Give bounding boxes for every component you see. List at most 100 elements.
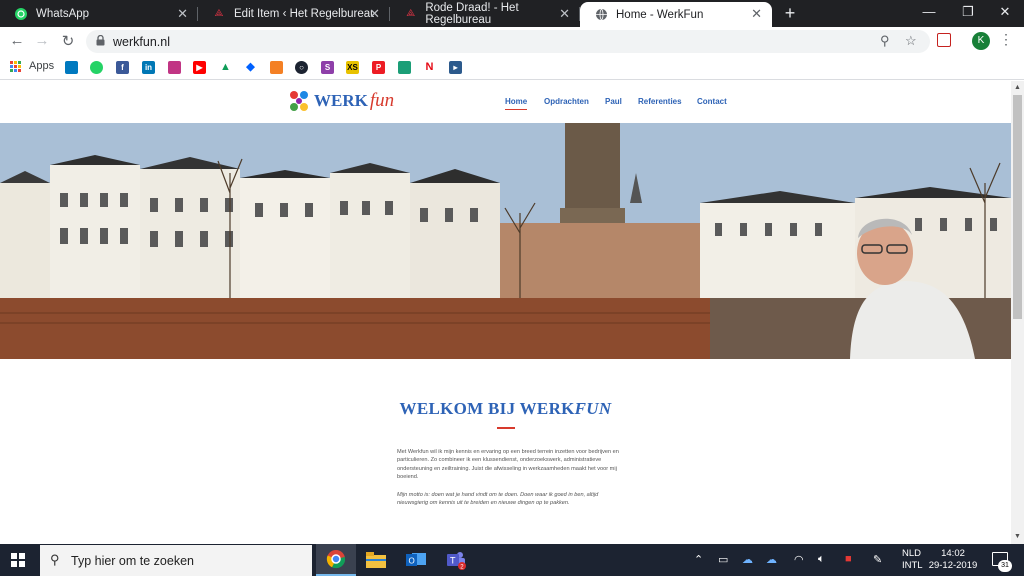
onedrive-icon[interactable]: ☁ (742, 553, 753, 566)
facebook-icon[interactable]: f (116, 61, 129, 74)
apps-grid-icon (10, 60, 21, 72)
close-icon[interactable]: ✕ (559, 6, 570, 22)
system-clock[interactable]: 14:02 29-12-2019 (928, 548, 978, 572)
xs-app-icon[interactable]: XS (346, 61, 359, 74)
back-arrow-icon[interactable]: ← (8, 32, 26, 49)
welcome-divider (497, 427, 515, 429)
wifi-icon[interactable]: ◠ (794, 553, 804, 566)
volume-icon[interactable]: 🔈︎ (818, 553, 825, 566)
file-explorer-icon[interactable] (356, 544, 396, 576)
svg-text:T: T (450, 556, 456, 566)
taskbar-search-placeholder: Typ hier om te zoeken (71, 554, 194, 568)
lock-icon (96, 35, 105, 46)
windows-start-icon[interactable] (11, 553, 25, 567)
restore-icon[interactable]: ❐ (957, 4, 979, 20)
apps-bookmark[interactable]: Apps (10, 60, 54, 72)
close-icon[interactable]: ✕ (177, 6, 188, 22)
pen-icon[interactable]: ✎ (873, 553, 882, 566)
tab-title: Home - WerkFun (616, 8, 704, 21)
bookmarks-bar: Apps f in ▶ ▲ ◆ ○ S XS P N ▸ (0, 56, 1024, 80)
green-app-icon[interactable] (398, 61, 411, 74)
dropbox-icon[interactable]: ◆ (244, 61, 257, 74)
netflix-icon[interactable]: N (423, 61, 436, 74)
app-tray-icon[interactable]: ■ (845, 553, 852, 565)
extension-icon[interactable] (937, 33, 951, 47)
whatsapp-icon[interactable] (90, 61, 103, 74)
close-icon[interactable]: ✕ (751, 6, 762, 22)
logo-fun-text: fun (369, 90, 395, 111)
s-app-icon[interactable]: S (321, 61, 334, 74)
tab-whatsapp[interactable]: WhatsApp ✕ (0, 0, 198, 27)
arrow-app-icon[interactable]: ▸ (449, 61, 462, 74)
nav-referenties[interactable]: Referenties (638, 97, 682, 106)
hero-image (0, 123, 1011, 359)
taskbar-search[interactable]: ⚲ Typ hier om te zoeken (40, 545, 312, 576)
input-language[interactable]: NLD INTL (902, 548, 923, 572)
globe-icon (594, 8, 608, 22)
browser-toolbar: ← → ↻ werkfun.nl ⚲ ☆ K ⋮ (0, 27, 1024, 56)
trello-icon[interactable] (65, 61, 78, 74)
google-drive-icon[interactable]: ▲ (219, 61, 232, 74)
address-bar[interactable]: werkfun.nl ⚲ ☆ (86, 30, 930, 53)
linkedin-icon[interactable]: in (142, 61, 155, 74)
chrome-taskbar-icon[interactable] (316, 544, 356, 576)
clock-date: 29-12-2019 (928, 560, 978, 571)
hero-cityscape (0, 123, 1011, 359)
web-page: WERK fun Home Opdrachten Paul Referentie… (0, 81, 1011, 544)
minimize-icon[interactable]: — (918, 4, 940, 19)
circle-o-icon[interactable]: ○ (295, 61, 308, 74)
apps-label: Apps (29, 60, 55, 72)
scroll-thumb[interactable] (1013, 95, 1022, 319)
p-app-icon[interactable]: P (372, 61, 385, 74)
logo-werk-text: WERK (314, 91, 368, 110)
more-menu-icon[interactable]: ⋮ (999, 31, 1013, 48)
wordpress-icon: ⟁ (406, 8, 416, 19)
language-code: NLD (902, 548, 922, 559)
werkfun-logo[interactable]: WERK fun (286, 88, 394, 114)
keyboard-layout: INTL (902, 560, 923, 571)
outlook-icon[interactable]: O (396, 544, 436, 576)
clock-time: 14:02 (941, 548, 965, 559)
werkfun-logo-mark (290, 91, 308, 111)
forward-arrow-icon[interactable]: → (33, 32, 51, 49)
welcome-title-prefix: WELKOM BIJ WERK (399, 399, 575, 418)
onedrive-business-icon[interactable]: ☁ (766, 553, 777, 566)
tab-title: Rode Draad! - Het Regelbureau (425, 1, 519, 26)
teams-icon[interactable]: T2 (436, 544, 476, 576)
url-text: werkfun.nl (113, 35, 170, 49)
new-tab-plus-icon[interactable]: + (780, 3, 800, 24)
profile-avatar[interactable]: K (972, 32, 990, 50)
svg-text:O: O (409, 557, 415, 566)
reload-icon[interactable]: ↻ (59, 32, 77, 50)
welcome-title-fun: FUN (574, 399, 612, 418)
tab-title: WhatsApp (36, 7, 90, 20)
bookmark-star-icon[interactable]: ☆ (905, 33, 917, 49)
instagram-icon[interactable] (168, 61, 181, 74)
motto-paragraph: Mijn motto is: doen wat je hand vindt om… (397, 492, 599, 507)
notification-count-badge: 31 (998, 560, 1012, 572)
scroll-down-icon[interactable]: ▼ (1014, 533, 1021, 540)
tab-home-werkfun[interactable]: Home - WerkFun ✕ (580, 2, 772, 27)
welcome-heading: WELKOM BIJ WERKFUN (0, 399, 1011, 419)
show-hidden-icons-chevron-icon[interactable]: ⌃ (694, 553, 703, 566)
close-window-icon[interactable]: ✕ (994, 4, 1016, 20)
close-icon[interactable]: ✕ (369, 6, 380, 22)
intro-paragraph: Met Werkfun wil ik mijn kennis en ervari… (397, 449, 619, 481)
nav-paul[interactable]: Paul (605, 97, 622, 106)
tab-title: Edit Item ‹ Het Regelbureau — W (234, 7, 374, 20)
nav-opdrachten[interactable]: Opdrachten (544, 97, 589, 106)
browser-tab-strip: WhatsApp ✕ ⟁ Edit Item ‹ Het Regelbureau… (0, 0, 1024, 27)
nav-contact[interactable]: Contact (697, 97, 727, 106)
nav-home[interactable]: Home (505, 97, 528, 110)
page-scrollbar[interactable]: ▲ ▼ (1011, 81, 1024, 544)
scroll-up-icon[interactable]: ▲ (1014, 84, 1021, 91)
zoom-icon[interactable]: ⚲ (880, 33, 890, 49)
whatsapp-icon (14, 7, 28, 21)
bookmark-orange-icon[interactable] (270, 61, 283, 74)
tab-edit-item[interactable]: ⟁ Edit Item ‹ Het Regelbureau — W ✕ (198, 0, 390, 27)
site-header: WERK fun Home Opdrachten Paul Referentie… (0, 81, 1011, 123)
wordpress-icon: ⟁ (214, 8, 224, 19)
youtube-icon[interactable]: ▶ (193, 61, 206, 74)
tab-rode-draad[interactable]: ⟁ Rode Draad! - Het Regelbureau ✕ (390, 0, 580, 27)
battery-icon[interactable]: ▭ (718, 553, 728, 566)
